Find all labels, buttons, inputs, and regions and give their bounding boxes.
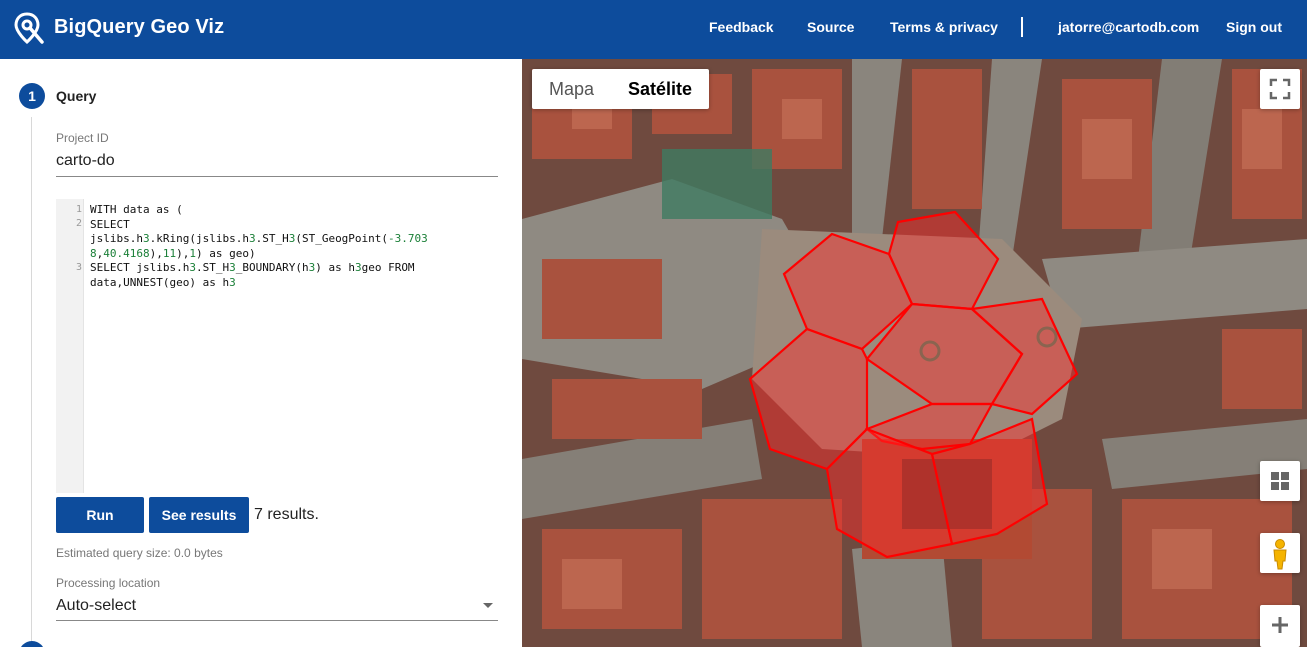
estimated-query-size: Estimated query size: 0.0 bytes [56,546,223,560]
project-id-label: Project ID [56,131,109,145]
step-connector [31,117,32,647]
chevron-down-icon[interactable] [483,603,493,608]
sql-code[interactable]: WITH data as (SELECT jslibs.h3.kRing(jsli… [90,203,494,290]
processing-location-underline [56,620,498,621]
step-2-circle [19,641,45,647]
plus-icon [1272,617,1288,633]
map-pin-search-icon [14,12,44,45]
line-number: 2 [75,218,82,229]
satellite-imagery [522,59,1307,647]
project-id-input[interactable]: carto-do [56,152,115,170]
code-line: SELECT jslibs.h3.ST_H3_BOUNDARY(h3) as h… [90,261,415,274]
grid-icon [1271,472,1289,490]
line-number: 1 [75,204,82,215]
feedback-link[interactable]: Feedback [709,19,774,35]
results-count: 7 results. [254,506,319,523]
zoom-in-button[interactable] [1260,605,1300,647]
processing-location-select[interactable]: Auto-select [56,597,136,615]
editor-gutter: 1 2 3 [56,199,84,493]
map-type-satellite-button[interactable]: Satélite [611,69,709,109]
step-number: 1 [19,83,45,109]
project-id-underline [56,176,498,177]
map-type-map-button[interactable]: Mapa [532,69,611,109]
pegman-icon [1273,539,1287,570]
map-view[interactable]: Mapa Satélite [522,59,1307,647]
step-title: Query [56,88,97,104]
fullscreen-button[interactable] [1260,69,1300,109]
sql-editor[interactable]: 1 2 3 WITH data as (SELECT jslibs.h3.kRin… [56,199,498,493]
tilt-button[interactable] [1260,461,1300,501]
street-view-button[interactable] [1260,533,1300,573]
code-line: WITH data as ( [90,203,183,216]
run-button[interactable]: Run [56,497,144,533]
see-results-button[interactable]: See results [149,497,249,533]
code-line: 8,40.4168),11),1) as geo) [90,246,256,260]
map-type-control: Mapa Satélite [532,69,710,109]
code-line: jslibs.h3.kRing(jslibs.h3.ST_H3(ST_GeogP… [90,232,428,245]
app-title: BigQuery Geo Viz [54,16,225,38]
user-email[interactable]: jatorre@cartodb.com [1058,19,1199,35]
nav-divider [1021,17,1023,37]
code-line: data,UNNEST(geo) as h3 [90,275,236,289]
terms-link[interactable]: Terms & privacy [890,19,998,35]
processing-location-label: Processing location [56,576,161,590]
fullscreen-icon [1269,78,1291,100]
query-sidebar: 1 Query Project ID carto-do 1 2 3 WITH d… [0,59,522,647]
source-link[interactable]: Source [807,19,854,35]
line-number: 3 [75,262,82,273]
code-line: SELECT [90,217,130,231]
app-header: BigQuery Geo Viz Feedback Source Terms &… [0,0,1307,59]
sign-out-link[interactable]: Sign out [1226,19,1282,35]
